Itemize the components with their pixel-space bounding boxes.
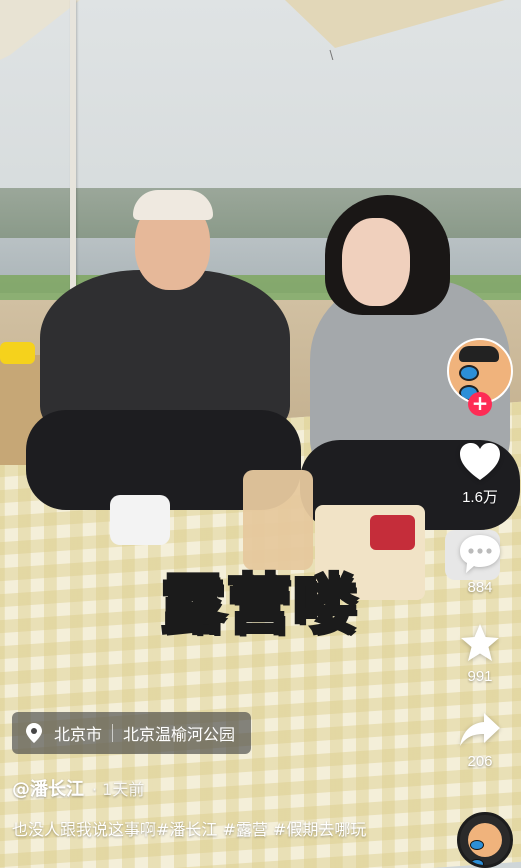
heart-icon: [460, 443, 500, 480]
like-count: 1.6万: [462, 489, 498, 506]
music-disc[interactable]: [457, 812, 513, 868]
man-shoe: [110, 495, 170, 545]
yellow-bag: [0, 342, 35, 364]
favorite-button[interactable]: 991: [458, 622, 502, 685]
star-icon: [461, 624, 499, 661]
location-pin-icon: [26, 723, 42, 743]
share-count: 206: [467, 753, 493, 770]
tent-pole: [70, 0, 76, 300]
camping-sticker-text: 露营喽: [159, 567, 359, 645]
location-tag[interactable]: 北京市 北京温榆河公园: [12, 712, 252, 754]
post-time: · 1天前: [92, 780, 145, 799]
location-city: 北京市: [54, 725, 103, 744]
comment-button[interactable]: 884: [458, 533, 502, 596]
follow-button[interactable]: +: [468, 392, 492, 416]
author-line: @潘长江 · 1天前: [12, 775, 144, 801]
tent-canopy: [0, 0, 505, 60]
action-sidebar: + 1.6万 884 991 206: [445, 338, 515, 770]
like-button[interactable]: 1.6万: [458, 442, 502, 507]
music-avatar-glasses: [470, 835, 500, 865]
post-caption[interactable]: 也没人跟我说这事啊#潘长江 #露营 #假期去哪玩: [12, 818, 402, 842]
share-icon: [460, 713, 500, 746]
comment-icon: [460, 535, 500, 573]
avatar-cap: [459, 346, 499, 362]
post-time-value: 1天前: [102, 780, 145, 799]
favorite-count: 991: [467, 668, 493, 685]
man-cap: [133, 190, 213, 220]
woman-face: [342, 218, 410, 306]
comment-count: 884: [467, 579, 493, 596]
berries: [370, 515, 415, 550]
location-place: 北京温榆河公园: [123, 725, 236, 744]
author-username[interactable]: @潘长江: [12, 775, 84, 801]
avatar-glasses: [459, 365, 499, 401]
location-divider: [112, 724, 114, 742]
share-button[interactable]: 206: [458, 711, 502, 770]
